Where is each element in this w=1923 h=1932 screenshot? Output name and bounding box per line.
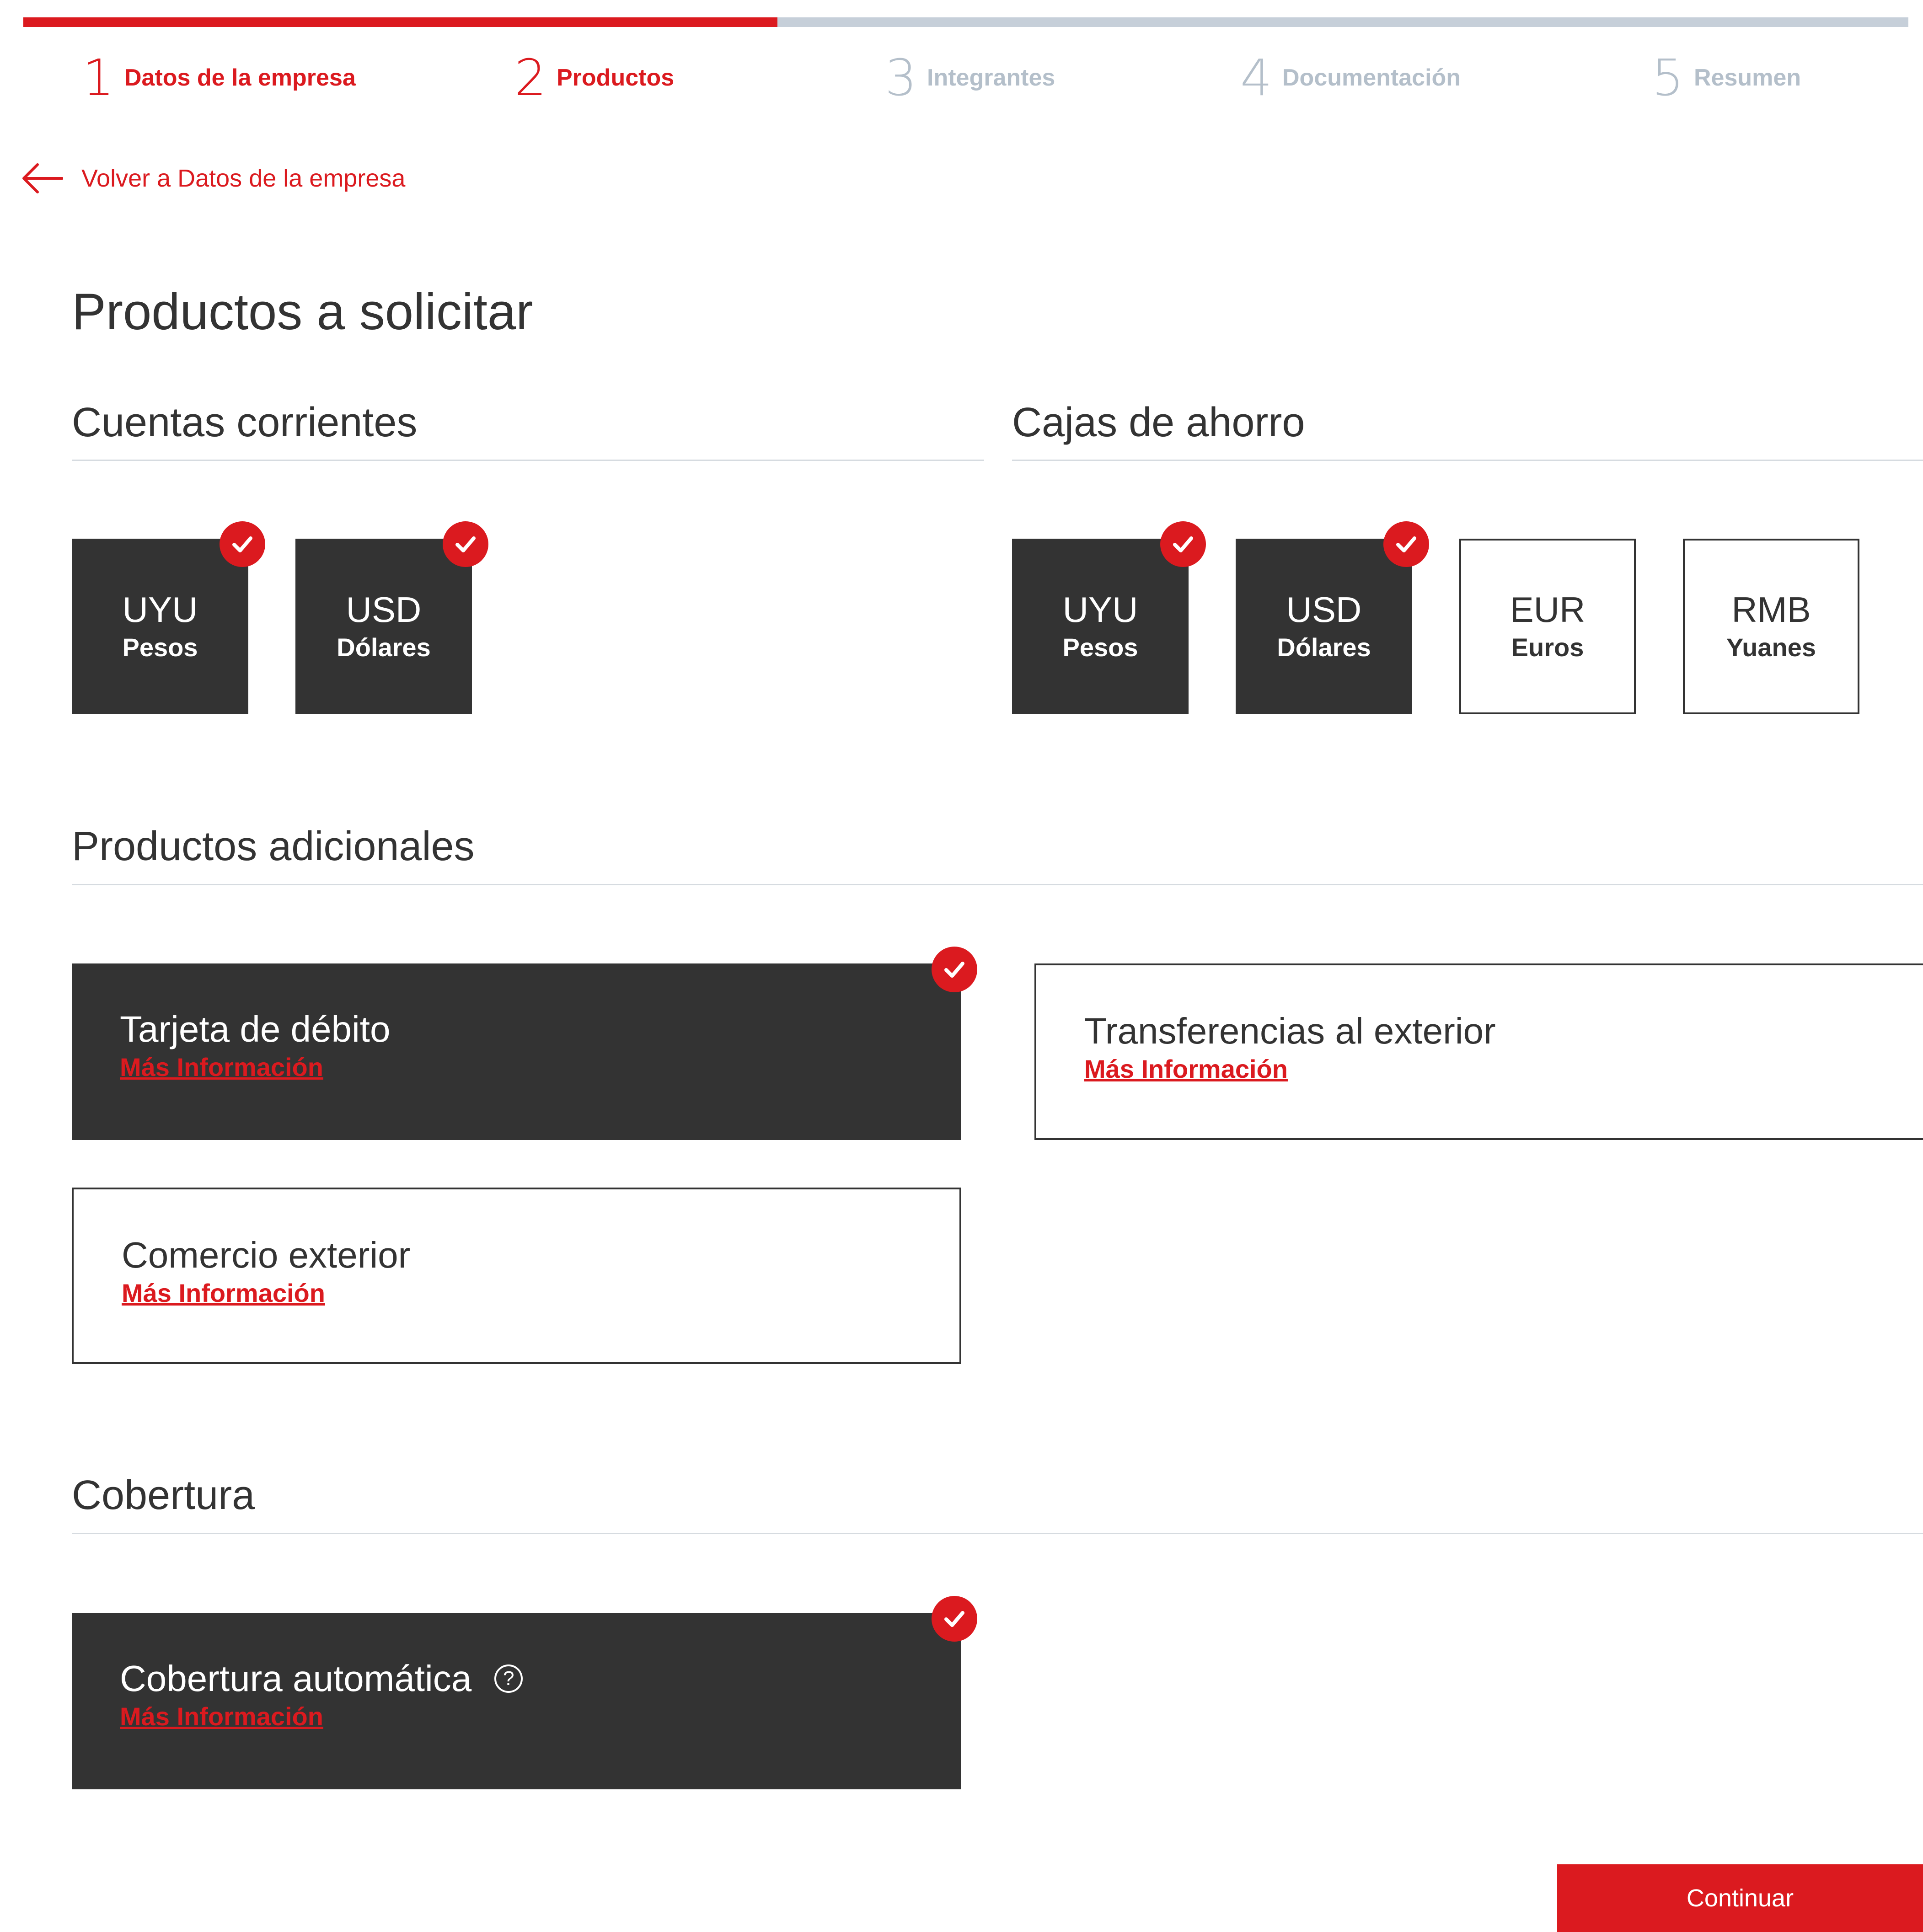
tile-ca-uyu[interactable]: UYU Pesos bbox=[1012, 539, 1189, 714]
checkmark-icon bbox=[443, 521, 488, 567]
step-label: Integrantes bbox=[927, 64, 1055, 91]
tile-ca-usd[interactable]: USD Dólares bbox=[1236, 539, 1412, 714]
step-resumen: 5 Resumen bbox=[1652, 50, 1801, 105]
tile-cc-uyu[interactable]: UYU Pesos bbox=[72, 539, 248, 714]
step-number: 1 bbox=[82, 48, 114, 107]
continue-button[interactable]: Continuar bbox=[1557, 1864, 1923, 1932]
card-cobertura-automatica[interactable]: Cobertura automática ? Más Información bbox=[72, 1613, 961, 1789]
currency-name: Dólares bbox=[1277, 633, 1371, 662]
currency-code: RMB bbox=[1731, 589, 1811, 630]
page-title: Productos a solicitar bbox=[72, 283, 533, 340]
section-title-cuentas-corrientes: Cuentas corrientes bbox=[72, 400, 418, 445]
currency-name: Yuanes bbox=[1726, 633, 1816, 662]
step-integrantes: 3 Integrantes bbox=[885, 50, 1055, 105]
step-label: Documentación bbox=[1282, 64, 1461, 91]
currency-name: Dólares bbox=[337, 633, 431, 662]
section-title-productos-adicionales: Productos adicionales bbox=[72, 824, 475, 869]
step-number: 5 bbox=[1652, 48, 1684, 107]
checkmark-icon bbox=[1383, 521, 1429, 567]
card-transferencias-exterior[interactable]: Transferencias al exterior Más Informaci… bbox=[1034, 963, 1923, 1140]
checkmark-icon bbox=[1160, 521, 1206, 567]
back-link-label: Volver a Datos de la empresa bbox=[81, 165, 406, 192]
tile-cc-usd[interactable]: USD Dólares bbox=[295, 539, 472, 714]
more-info-link[interactable]: Más Información bbox=[120, 1052, 323, 1082]
more-info-link[interactable]: Más Información bbox=[120, 1702, 323, 1731]
card-comercio-exterior[interactable]: Comercio exterior Más Información bbox=[72, 1188, 961, 1364]
arrow-left-icon bbox=[22, 163, 63, 193]
back-link[interactable]: Volver a Datos de la empresa bbox=[22, 158, 405, 199]
currency-code: USD bbox=[1286, 589, 1362, 630]
section-divider bbox=[72, 460, 984, 461]
currency-name: Pesos bbox=[122, 633, 198, 662]
tile-ca-rmb[interactable]: RMB Yuanes bbox=[1683, 539, 1859, 714]
section-title-cajas-de-ahorro: Cajas de ahorro bbox=[1012, 400, 1305, 445]
step-productos[interactable]: 2 Productos bbox=[514, 50, 674, 105]
step-label: Datos de la empresa bbox=[124, 64, 356, 91]
card-title: Tarjeta de débito bbox=[120, 1009, 391, 1049]
step-documentacion: 4 Documentación bbox=[1240, 50, 1461, 105]
currency-code: UYU bbox=[1062, 589, 1138, 630]
more-info-link[interactable]: Más Información bbox=[122, 1278, 325, 1308]
step-number: 2 bbox=[514, 48, 546, 107]
currency-code: USD bbox=[346, 589, 422, 630]
currency-name: Euros bbox=[1511, 633, 1584, 662]
checkmark-icon bbox=[932, 947, 977, 992]
currency-code: EUR bbox=[1510, 589, 1586, 630]
card-title: Cobertura automática bbox=[120, 1658, 472, 1699]
section-divider bbox=[1012, 460, 1923, 461]
currency-code: UYU bbox=[122, 589, 198, 630]
section-divider bbox=[72, 1533, 1923, 1534]
checkmark-icon bbox=[220, 521, 265, 567]
section-divider bbox=[72, 884, 1923, 885]
checkmark-icon bbox=[932, 1596, 977, 1642]
tile-ca-eur[interactable]: EUR Euros bbox=[1459, 539, 1636, 714]
section-title-cobertura: Cobertura bbox=[72, 1472, 255, 1518]
card-title: Comercio exterior bbox=[122, 1235, 411, 1275]
currency-name: Pesos bbox=[1062, 633, 1138, 662]
step-label: Resumen bbox=[1694, 64, 1801, 91]
step-datos-empresa[interactable]: 1 Datos de la empresa bbox=[82, 50, 356, 105]
more-info-link[interactable]: Más Información bbox=[1084, 1054, 1288, 1084]
help-icon[interactable]: ? bbox=[494, 1664, 523, 1693]
progress-bar-fill bbox=[23, 17, 777, 27]
step-label: Productos bbox=[557, 64, 675, 91]
card-tarjeta-debito[interactable]: Tarjeta de débito Más Información bbox=[72, 963, 961, 1140]
step-number: 4 bbox=[1240, 48, 1272, 107]
card-title: Transferencias al exterior bbox=[1084, 1011, 1496, 1051]
progress-bar bbox=[23, 17, 1908, 27]
step-number: 3 bbox=[885, 48, 917, 107]
